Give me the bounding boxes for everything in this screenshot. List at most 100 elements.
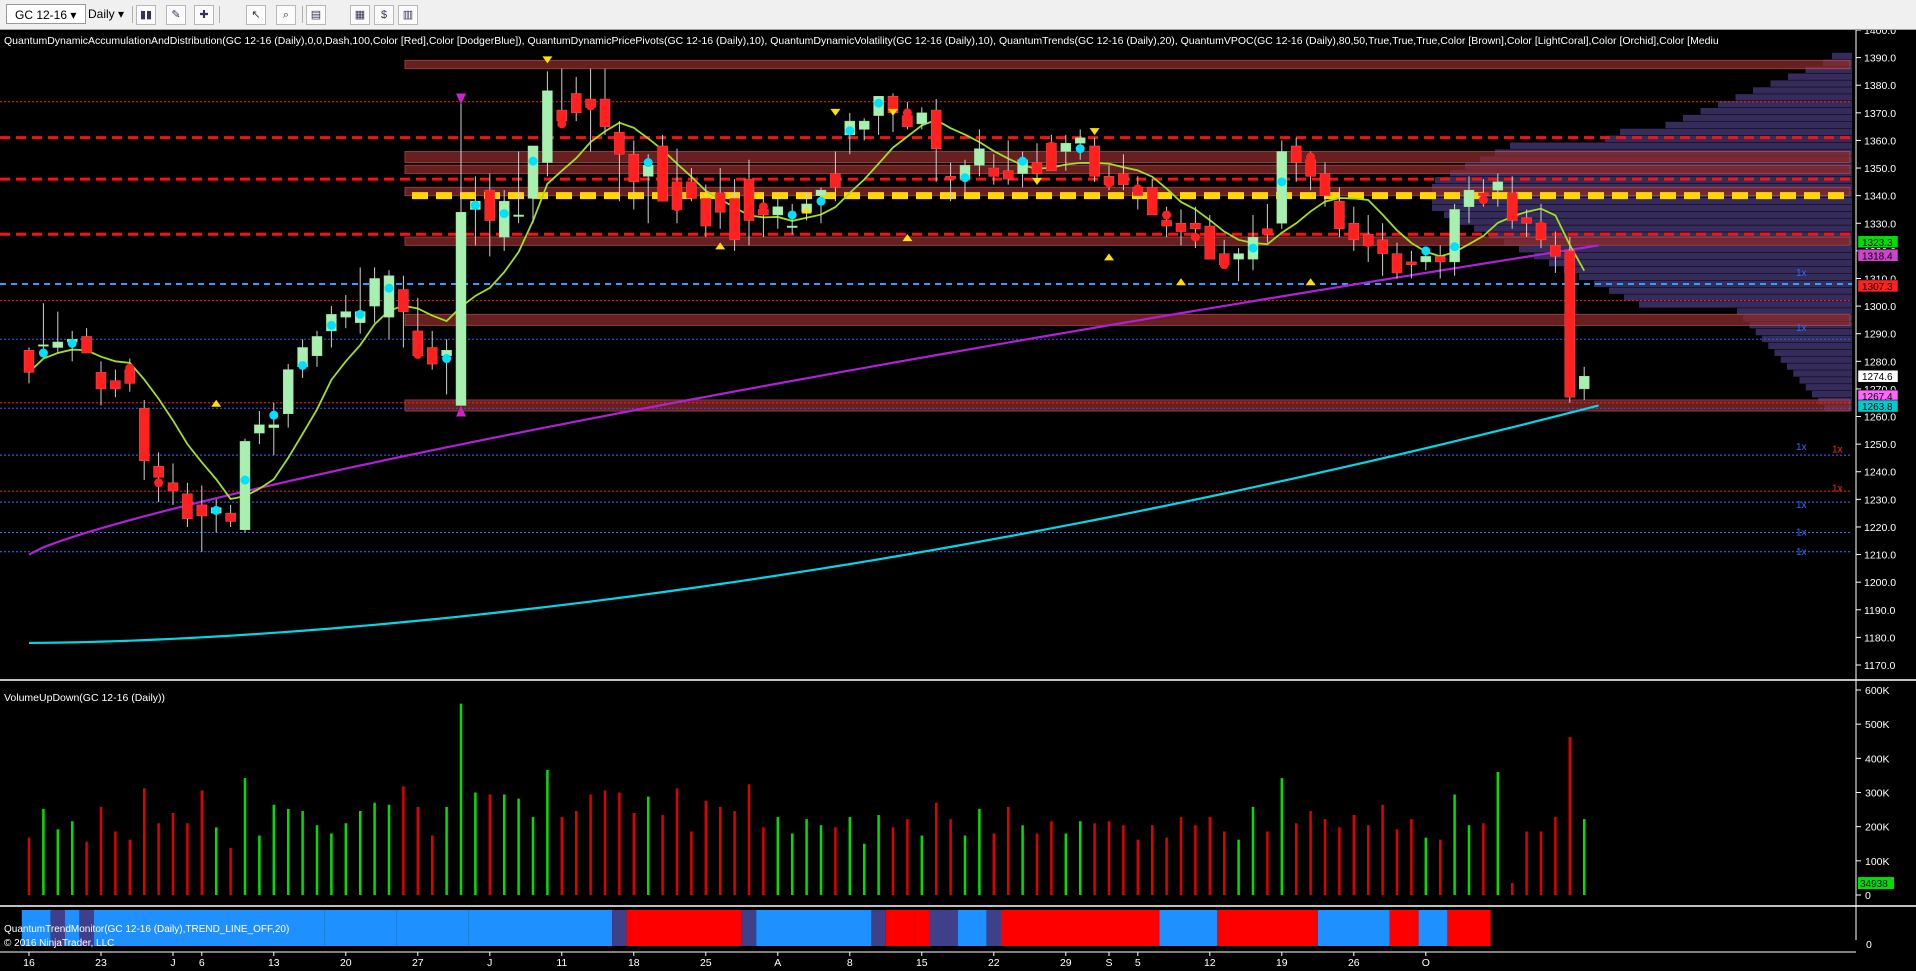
date-tick-label: 22 [988, 957, 1000, 969]
price-badge-label: 1274.6 [1862, 372, 1893, 383]
volatility-dot [586, 101, 596, 111]
zone-band [404, 313, 1851, 326]
candle-body [1175, 223, 1187, 232]
trend-segment [1317, 910, 1390, 946]
properties-icon[interactable]: ▤ [306, 5, 326, 25]
vpoc-bar [1432, 204, 1852, 212]
price-tick-label: 1280.0 [1864, 356, 1896, 368]
instrument-selector[interactable]: GC 12-16 ▾ [6, 4, 86, 24]
volatility-dot [154, 478, 164, 488]
date-tick-label: 13 [268, 957, 280, 969]
volume-tick-label: 300K [1865, 788, 1890, 800]
zone-band [404, 164, 1851, 175]
cursor-icon[interactable]: ↖ [246, 5, 266, 25]
candle-body [23, 350, 35, 373]
vpoc-bar [1534, 252, 1852, 260]
volatility-dot [413, 349, 423, 359]
price-tick-label: 1390.0 [1864, 53, 1896, 65]
trend-segment [626, 910, 641, 946]
date-tick-label: 23 [95, 957, 107, 969]
vpoc-mark: 1x [1796, 268, 1807, 279]
price-chart[interactable]: 1x 1x 1x 1x 1x 1x 1x 1x 1170.0 1180.0 1190.0 1200.… [0, 30, 1916, 971]
volatility-dot [442, 354, 452, 364]
templates-icon[interactable]: ▦ [350, 5, 370, 25]
candle-body [1420, 256, 1432, 263]
volatility-dot [672, 202, 682, 212]
volatility-dot [528, 156, 538, 166]
price-tick-label: 1400.0 [1864, 30, 1896, 37]
candle-body [254, 424, 265, 434]
vpoc-bar [1737, 308, 1852, 315]
pencil-icon[interactable]: ✎ [166, 5, 186, 25]
candle-body [1002, 170, 1014, 180]
zone-band [404, 236, 1851, 246]
volatility-dot [1392, 256, 1402, 266]
volume-tick-label: 100K [1865, 856, 1890, 868]
candle-body [1434, 256, 1446, 263]
date-tick-label: 19 [1276, 957, 1288, 969]
volatility-dot [1075, 144, 1085, 154]
candle-body [772, 206, 784, 216]
candle-body [153, 465, 164, 478]
volatility-dot [1190, 232, 1200, 242]
volatility-dot [614, 135, 624, 145]
price-badge-label: 1318.4 [1862, 251, 1893, 262]
candle-body [527, 145, 539, 199]
candle-body [945, 176, 956, 180]
vpoc-bar [1609, 287, 1852, 294]
candle-body [369, 278, 380, 307]
date-tick-label: 27 [412, 957, 424, 969]
trend-segment [1159, 910, 1217, 946]
date-tick-label: 18 [628, 957, 640, 969]
candle-body [916, 112, 928, 125]
price-tick-label: 1350.0 [1864, 163, 1896, 175]
candle-body [1492, 181, 1504, 191]
candle-body [1319, 173, 1331, 196]
bar-type-icon[interactable]: ▮▮ [136, 5, 156, 25]
candle-body [311, 336, 323, 357]
vpoc-mark: 1x [1796, 547, 1807, 558]
volatility-dot [931, 135, 941, 145]
volatility-dot [211, 505, 221, 515]
vpoc-bar [1780, 356, 1852, 363]
volatility-dot [182, 507, 192, 517]
volatility-dot [730, 214, 740, 224]
trend-segment [914, 910, 929, 946]
price-tick-label: 1260.0 [1864, 412, 1896, 424]
vpoc-bar [1793, 370, 1852, 377]
vpoc-bar [1832, 52, 1852, 60]
zoom-icon[interactable]: ⌕ [276, 5, 296, 25]
candle-body [484, 189, 496, 221]
vpoc-bar [1774, 349, 1852, 356]
vpoc-mark: 1x [1796, 500, 1807, 511]
vpoc-bar [1753, 87, 1852, 94]
volatility-dot [125, 363, 135, 373]
candle-body [1060, 142, 1072, 152]
drawing-tools-icon[interactable]: ✚ [194, 5, 214, 25]
candle-body [81, 336, 92, 354]
zone-band [404, 186, 1851, 197]
price-tick-label: 1360.0 [1864, 135, 1896, 147]
timeframe-selector[interactable]: Daily ▾ [88, 4, 128, 24]
price-tick-label: 1210.0 [1864, 550, 1896, 562]
candle-body [196, 504, 208, 517]
volatility-dot [1334, 218, 1344, 228]
vpoc-bar [1579, 273, 1852, 281]
price-tick-label: 1330.0 [1864, 218, 1896, 230]
candle-body [1262, 228, 1273, 235]
zone-band [404, 59, 1851, 70]
volatility-dot [67, 338, 77, 348]
price-tick-label: 1220.0 [1864, 522, 1896, 534]
date-tick-label: A [774, 957, 781, 969]
date-tick-label: J [170, 957, 175, 969]
candle-body [858, 120, 870, 130]
candle-body [830, 173, 841, 188]
strategy-icon[interactable]: $ [374, 5, 394, 25]
volatility-dot [902, 108, 912, 118]
trend-segment [468, 910, 613, 946]
vpoc-bar [1474, 225, 1852, 232]
candle-body [1190, 223, 1201, 230]
data-box-icon[interactable]: ▥ [398, 5, 418, 25]
volatility-dot [326, 320, 336, 330]
volatility-dot [1162, 210, 1172, 220]
